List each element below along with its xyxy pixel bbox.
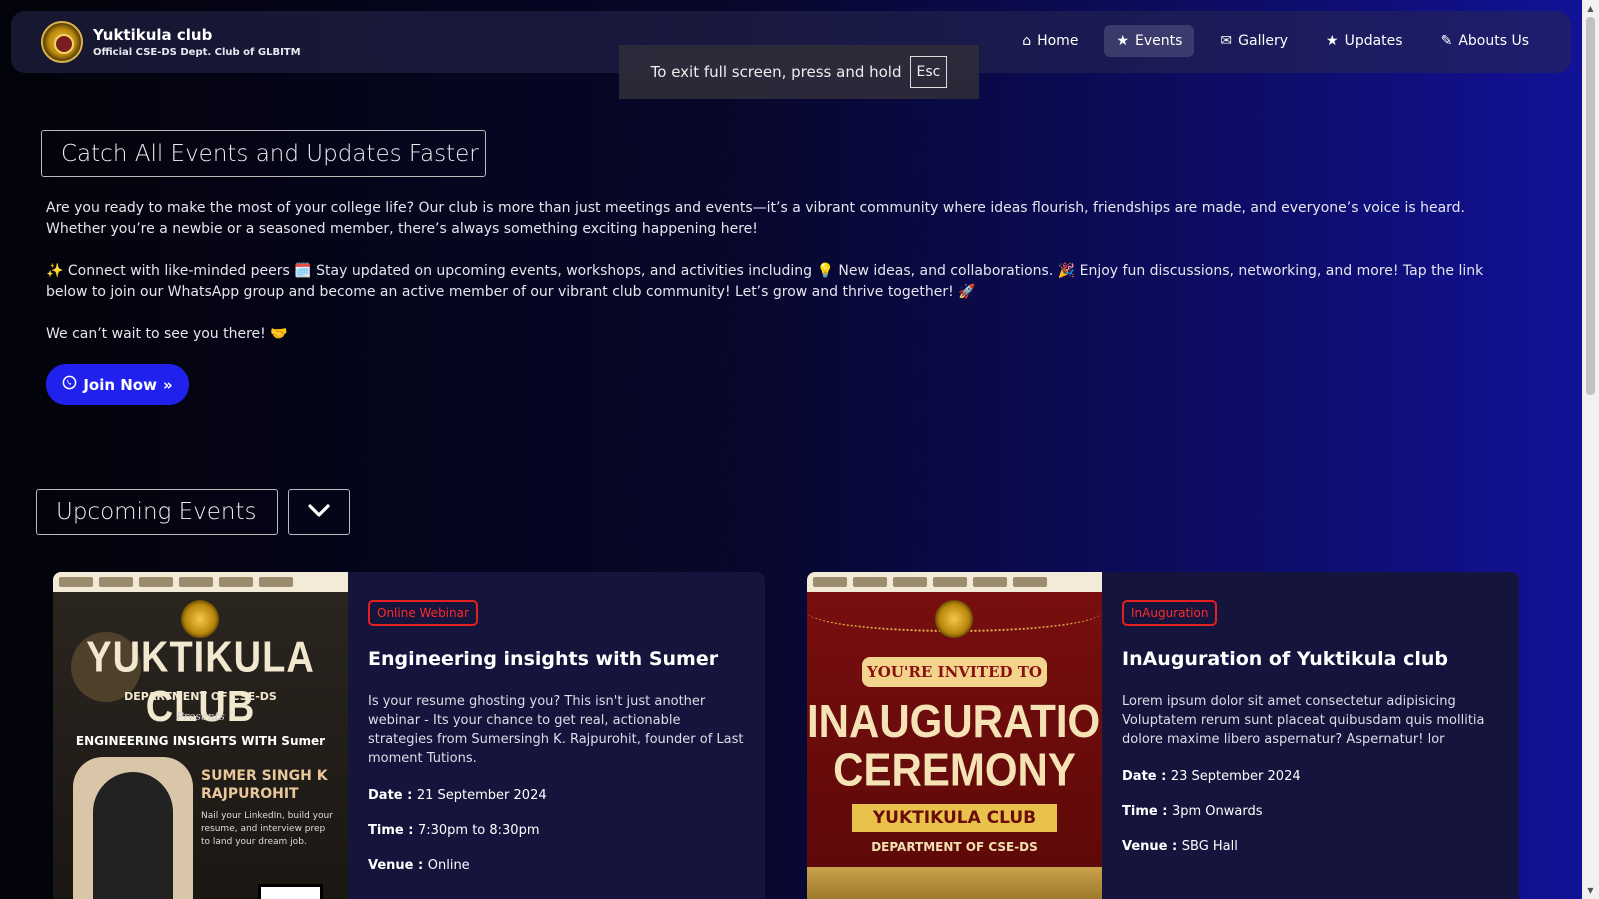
poster-seal-icon	[181, 600, 219, 638]
page-scrollbar[interactable]: ▲ ▼	[1582, 0, 1599, 899]
upcoming-events-title: Upcoming Events	[36, 489, 278, 535]
home-icon: ⌂	[1022, 33, 1032, 49]
club-logo-icon[interactable]	[41, 21, 83, 63]
event-venue-value: SBG Hall	[1181, 839, 1238, 854]
qr-code-icon	[258, 884, 323, 899]
event-date-label: Date :	[1122, 769, 1167, 784]
pencil-icon: ✎	[1440, 33, 1453, 49]
poster-club-name: YUKTIKULA CLUB	[852, 804, 1057, 832]
event-time-label: Time :	[368, 823, 414, 838]
event-description: Is your resume ghosting you? This isn't …	[368, 694, 744, 766]
poster-dept: DEPARTMENT OF CSE-DS	[124, 690, 277, 703]
poster-seal-icon	[935, 600, 973, 638]
event-venue: Venue : Online	[368, 858, 745, 873]
event-venue-value: Online	[427, 858, 470, 873]
poster-sponsor-strip	[807, 572, 1102, 592]
poster-invited: YOU'RE INVITED TO	[862, 657, 1047, 687]
nav-item-updates[interactable]: ★ Updates	[1314, 25, 1415, 57]
event-date-value: 23 September 2024	[1170, 769, 1301, 784]
event-date-value: 21 September 2024	[416, 788, 547, 803]
hero-paragraph-closing: We can’t wait to see you there! 🤝	[46, 326, 288, 342]
event-time: Time : 7:30pm to 8:30pm	[368, 823, 745, 838]
event-venue-label: Venue :	[1122, 839, 1178, 854]
nav-item-gallery[interactable]: ✉ Gallery	[1208, 25, 1300, 57]
nav-item-label: Gallery	[1238, 33, 1289, 49]
hero-paragraph-features: ✨ Connect with like-minded peers 🗓️ Stay…	[46, 263, 1484, 300]
event-card-body: Online Webinar Engineering insights with…	[348, 572, 765, 899]
toggle-events-button[interactable]	[288, 489, 350, 535]
join-now-button[interactable]: Join Now »	[46, 364, 189, 405]
speaker-photo	[93, 772, 173, 899]
brand-subtitle: Official CSE-DS Dept. Club of GLBITM	[93, 47, 301, 58]
brand-text: Yuktikula club Official CSE-DS Dept. Clu…	[93, 26, 301, 58]
event-poster-image[interactable]: YOU'RE INVITED TO INAUGURATION CEREMONY …	[807, 572, 1102, 899]
poster-sponsor-strip	[53, 572, 348, 592]
nav-item-events[interactable]: ★ Events	[1104, 25, 1195, 57]
event-date-label: Date :	[368, 788, 413, 803]
scrollbar-thumb[interactable]	[1586, 17, 1595, 395]
event-card-body: InAuguration InAuguration of Yuktikula c…	[1102, 572, 1519, 899]
event-type-badge: Online Webinar	[368, 600, 478, 626]
event-card[interactable]: YUKTIKULA CLUB DEPARTMENT OF CSE-DS Pres…	[53, 572, 765, 899]
poster-presents: Presents	[176, 710, 225, 723]
nav-item-home[interactable]: ⌂ Home	[1010, 25, 1090, 57]
nav-item-label: Updates	[1344, 33, 1403, 49]
join-now-label: Join Now	[83, 375, 157, 394]
event-poster-image[interactable]: YUKTIKULA CLUB DEPARTMENT OF CSE-DS Pres…	[53, 572, 348, 899]
scroll-down-arrow-icon[interactable]: ▼	[1582, 882, 1599, 899]
event-time-label: Time :	[1122, 804, 1168, 819]
hero-paragraph-intro: Are you ready to make the most of your c…	[46, 200, 1465, 237]
event-time: Time : 3pm Onwards	[1122, 804, 1499, 819]
star-icon: ★	[1326, 33, 1339, 49]
event-card[interactable]: YOU'RE INVITED TO INAUGURATION CEREMONY …	[807, 572, 1519, 899]
event-type-badge: InAuguration	[1122, 600, 1218, 626]
poster-tagline: Nail your LinkedIn, build your resume, a…	[201, 811, 333, 847]
whatsapp-icon	[62, 375, 77, 394]
chevron-down-icon	[308, 503, 330, 521]
scroll-up-arrow-icon[interactable]: ▲	[1582, 0, 1599, 17]
double-chevron-right-icon: »	[162, 375, 173, 394]
envelope-icon: ✉	[1220, 33, 1233, 49]
poster-headline: ENGINEERING INSIGHTS WITH Sumer	[75, 734, 326, 748]
star-icon: ★	[1116, 33, 1129, 49]
fullscreen-toast-text: To exit full screen, press and hold	[650, 63, 902, 81]
event-time-value: 7:30pm to 8:30pm	[417, 823, 540, 838]
event-venue-label: Venue :	[368, 858, 424, 873]
hero-title: Catch All Events and Updates Faster	[41, 130, 486, 177]
event-title: Engineering insights with Sumer	[368, 648, 719, 670]
event-description: Lorem ipsum dolor sit amet consectetur a…	[1122, 694, 1485, 747]
event-date: Date : 23 September 2024	[1122, 769, 1499, 784]
event-time-value: 3pm Onwards	[1171, 804, 1263, 819]
event-venue: Venue : SBG Hall	[1122, 839, 1499, 854]
event-title: InAuguration of Yuktikula club	[1122, 648, 1449, 670]
poster-dept: DEPARTMENT OF CSE-DS	[871, 840, 1038, 854]
nav-item-label: Abouts Us	[1458, 33, 1529, 49]
ribbon-bow-icon	[807, 867, 1102, 899]
nav-item-about[interactable]: ✎ Abouts Us	[1429, 25, 1541, 57]
nav-links: ⌂ Home ★ Events ✉ Gallery ★ Updates ✎ Ab…	[1010, 25, 1541, 57]
esc-key-hint: Esc	[909, 56, 948, 88]
fullscreen-exit-toast: To exit full screen, press and hold Esc	[619, 45, 979, 99]
poster-speaker: SUMER SINGH K RAJPUROHIT	[201, 768, 328, 802]
brand[interactable]: Yuktikula club Official CSE-DS Dept. Clu…	[41, 21, 301, 63]
brand-title: Yuktikula club	[93, 26, 213, 44]
nav-item-label: Home	[1037, 33, 1079, 49]
poster-headline: INAUGURATION CEREMONY	[807, 695, 1102, 796]
nav-item-label: Events	[1135, 33, 1183, 49]
event-date: Date : 21 September 2024	[368, 788, 745, 803]
